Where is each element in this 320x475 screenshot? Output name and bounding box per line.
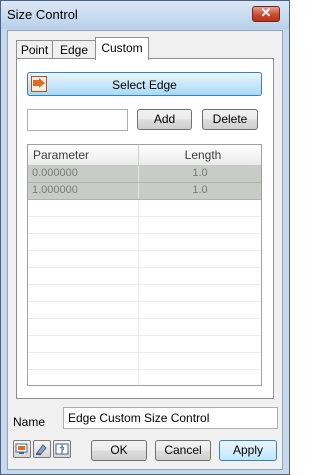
tab-point[interactable]: Point [16,40,53,59]
cell-length: 1.0 [192,167,208,179]
parameter-input[interactable] [27,109,128,131]
close-icon: ✕ [260,5,272,20]
custom-tab-panel: Select Edge Add Delete Parameter Length … [16,58,274,399]
empty-grid-line [28,284,261,285]
column-header-parameter[interactable]: Parameter [33,148,89,162]
size-control-dialog: Size Control ✕ Point Edge Custom Select … [0,0,290,475]
empty-grid-line [28,267,261,268]
window-title: Size Control [7,7,78,22]
ok-button[interactable]: OK [91,440,147,461]
cell-parameter: 1.000000 [32,184,78,196]
empty-grid-line [28,250,261,251]
tab-edge[interactable]: Edge [52,40,96,59]
cancel-button[interactable]: Cancel [155,440,211,461]
title-bar[interactable]: Size Control ✕ [1,1,289,29]
name-label: Name [13,415,46,429]
table-row[interactable]: 1.000000 1.0 [28,183,261,200]
empty-grid-line [28,318,261,319]
empty-grid-line [28,335,261,336]
table-row[interactable]: 0.000000 1.0 [28,166,261,183]
column-divider [138,145,139,165]
parameter-length-table[interactable]: Parameter Length 0.000000 1.0 1.000000 1… [27,144,262,386]
table-header: Parameter Length [28,145,261,166]
empty-grid-divider [138,200,139,385]
name-input[interactable]: Edge Custom Size Control [63,407,278,429]
add-button[interactable]: Add [137,109,192,130]
column-header-length[interactable]: Length [173,148,233,162]
empty-grid-line [28,216,261,217]
screen-settings-icon [15,443,28,454]
dialog-settings-button[interactable] [13,440,31,458]
empty-grid-line [28,369,261,370]
delete-button[interactable]: Delete [202,109,258,130]
empty-grid-line [28,352,261,353]
empty-grid-line [28,233,261,234]
select-edge-label: Select Edge [112,78,177,92]
select-edge-button[interactable]: Select Edge [27,72,262,96]
cell-length: 1.0 [192,184,208,196]
svg-text:?: ? [59,445,64,455]
dialog-client-area: Point Edge Custom Select Edge Add Delete… [7,30,283,470]
apply-button[interactable]: Apply [219,440,277,461]
close-button[interactable]: ✕ [252,5,280,22]
help-button[interactable]: ? [53,440,71,458]
edit-button[interactable] [33,440,51,458]
help-book-icon: ? [55,443,69,455]
pencil-eraser-icon [36,444,47,456]
empty-grid-line [28,301,261,302]
cell-parameter: 0.000000 [32,167,78,179]
tab-custom[interactable]: Custom [95,37,149,60]
